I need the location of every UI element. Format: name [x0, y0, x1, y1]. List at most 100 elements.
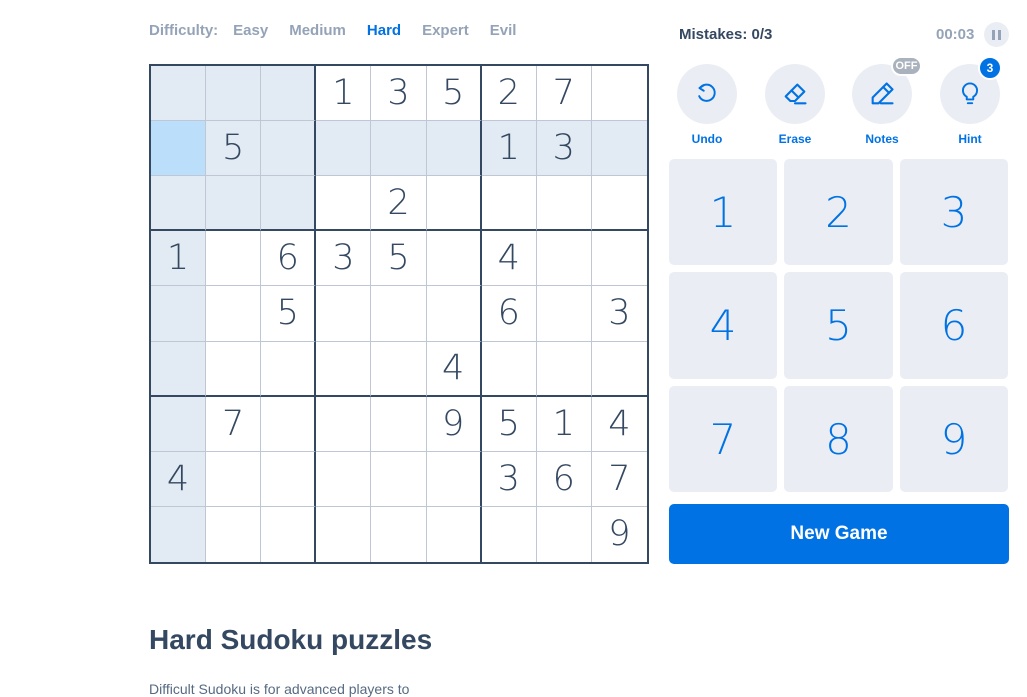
sudoku-cell-r1c3[interactable] [261, 66, 317, 122]
sudoku-cell-r9c8[interactable] [537, 506, 592, 562]
sudoku-cell-r5c8[interactable] [536, 286, 592, 342]
sudoku-cell-r1c8[interactable]: 7 [536, 66, 592, 122]
difficulty-expert[interactable]: Expert [422, 22, 469, 39]
sudoku-cell-r1c9[interactable] [591, 66, 647, 122]
sudoku-cell-r3c9[interactable] [591, 176, 647, 232]
sudoku-cell-r9c7[interactable] [482, 506, 537, 562]
sudoku-cell-r4c3[interactable]: 6 [261, 231, 317, 287]
sudoku-cell-r9c5[interactable] [371, 506, 427, 562]
sudoku-cell-r4c4[interactable]: 3 [316, 231, 372, 287]
sudoku-cell-r7c5[interactable] [371, 396, 427, 452]
sudoku-cell-r6c9[interactable] [591, 342, 647, 397]
sudoku-cell-r2c4[interactable] [316, 121, 372, 177]
sudoku-cell-r3c4[interactable] [316, 176, 372, 232]
sudoku-cell-r4c1[interactable]: 1 [151, 231, 207, 287]
sudoku-cell-r7c3[interactable] [261, 396, 317, 452]
numpad-5[interactable]: 5 [784, 272, 893, 379]
sudoku-cell-r5c9[interactable]: 3 [591, 286, 647, 342]
sudoku-cell-r3c3[interactable] [261, 176, 317, 232]
numpad-9[interactable]: 9 [900, 386, 1008, 492]
sudoku-cell-r9c9[interactable]: 9 [592, 507, 647, 562]
sudoku-cell-r8c5[interactable] [371, 451, 427, 507]
sudoku-cell-r5c4[interactable] [316, 286, 372, 342]
sudoku-cell-r8c9[interactable]: 7 [591, 452, 647, 507]
sudoku-cell-r8c6[interactable] [426, 451, 482, 507]
sudoku-cell-r7c8[interactable]: 1 [536, 396, 592, 452]
sudoku-cell-r5c2[interactable] [206, 286, 262, 342]
sudoku-cell-r9c4[interactable] [316, 506, 372, 562]
difficulty-medium[interactable]: Medium [289, 22, 346, 39]
sudoku-cell-r7c7[interactable]: 5 [481, 396, 537, 452]
sudoku-cell-r2c7[interactable]: 1 [481, 121, 537, 177]
sudoku-cell-r6c3[interactable] [261, 341, 317, 397]
numpad-3[interactable]: 3 [900, 159, 1008, 265]
sudoku-cell-r5c1[interactable] [151, 286, 207, 342]
sudoku-cell-r5c5[interactable] [371, 286, 427, 342]
sudoku-cell-r4c2[interactable] [206, 231, 262, 287]
sudoku-cell-r3c5[interactable]: 2 [371, 176, 427, 232]
sudoku-cell-r2c5[interactable] [371, 121, 427, 177]
sudoku-cell-r6c8[interactable] [536, 341, 592, 397]
sudoku-cell-r7c1[interactable] [151, 396, 207, 452]
sudoku-cell-r8c1[interactable]: 4 [151, 451, 207, 507]
sudoku-cell-r2c9[interactable] [591, 121, 647, 177]
sudoku-cell-r4c7[interactable]: 4 [481, 231, 537, 287]
sudoku-cell-r1c6[interactable]: 5 [426, 66, 482, 122]
sudoku-cell-r3c8[interactable] [536, 176, 592, 232]
difficulty-evil[interactable]: Evil [490, 22, 517, 39]
numpad-4[interactable]: 4 [669, 272, 777, 379]
sudoku-cell-r8c3[interactable] [261, 451, 317, 507]
sudoku-cell-r6c1[interactable] [151, 341, 207, 397]
sudoku-cell-r9c1[interactable] [151, 506, 207, 562]
sudoku-cell-r9c2[interactable] [206, 506, 262, 562]
numpad-1[interactable]: 1 [669, 159, 777, 265]
numpad-6[interactable]: 6 [900, 272, 1008, 379]
sudoku-cell-r1c5[interactable]: 3 [371, 66, 427, 122]
sudoku-cell-r4c9[interactable] [591, 231, 647, 287]
sudoku-cell-r7c2[interactable]: 7 [206, 396, 262, 452]
sudoku-cell-r2c6[interactable] [426, 121, 482, 177]
sudoku-cell-r4c8[interactable] [536, 231, 592, 287]
sudoku-cell-r3c1[interactable] [151, 176, 207, 232]
sudoku-cell-r2c8[interactable]: 3 [536, 121, 592, 177]
erase-button[interactable]: Erase [765, 64, 825, 146]
sudoku-cell-r6c2[interactable] [206, 341, 262, 397]
undo-button[interactable]: Undo [677, 64, 737, 146]
new-game-button[interactable]: New Game [669, 504, 1009, 564]
pause-button[interactable] [984, 22, 1009, 47]
sudoku-cell-r3c7[interactable] [481, 176, 537, 232]
sudoku-cell-r3c6[interactable] [426, 176, 482, 232]
hint-button[interactable]: 3 Hint [940, 56, 1002, 146]
sudoku-cell-r6c6[interactable]: 4 [426, 341, 482, 397]
sudoku-cell-r1c7[interactable]: 2 [481, 66, 537, 122]
difficulty-easy[interactable]: Easy [233, 22, 268, 39]
sudoku-cell-r6c4[interactable] [316, 341, 372, 397]
difficulty-hard[interactable]: Hard [367, 22, 401, 39]
sudoku-cell-r2c2[interactable]: 5 [206, 121, 262, 177]
sudoku-cell-r5c3[interactable]: 5 [261, 286, 317, 342]
sudoku-cell-r1c4[interactable]: 1 [316, 66, 372, 122]
sudoku-cell-r4c6[interactable] [426, 231, 482, 287]
sudoku-cell-r9c6[interactable] [427, 506, 482, 562]
sudoku-cell-r7c6[interactable]: 9 [426, 396, 482, 452]
sudoku-cell-r5c7[interactable]: 6 [481, 286, 537, 342]
sudoku-cell-r3c2[interactable] [206, 176, 262, 232]
sudoku-cell-r8c2[interactable] [206, 451, 262, 507]
sudoku-cell-r6c7[interactable] [481, 341, 537, 397]
sudoku-cell-r7c9[interactable]: 4 [591, 397, 647, 452]
sudoku-cell-r2c1[interactable] [151, 121, 207, 177]
sudoku-cell-r8c4[interactable] [316, 451, 372, 507]
sudoku-cell-r1c1[interactable] [151, 66, 207, 122]
numpad-2[interactable]: 2 [784, 159, 893, 265]
sudoku-cell-r8c7[interactable]: 3 [481, 451, 537, 507]
sudoku-cell-r9c3[interactable] [261, 506, 317, 562]
sudoku-cell-r4c5[interactable]: 5 [371, 231, 427, 287]
sudoku-cell-r5c6[interactable] [426, 286, 482, 342]
sudoku-cell-r6c5[interactable] [371, 341, 427, 397]
sudoku-cell-r7c4[interactable] [316, 396, 372, 452]
sudoku-cell-r2c3[interactable] [261, 121, 317, 177]
sudoku-cell-r8c8[interactable]: 6 [536, 451, 592, 507]
numpad-7[interactable]: 7 [669, 386, 777, 492]
notes-button[interactable]: OFF Notes [852, 56, 922, 146]
sudoku-cell-r1c2[interactable] [206, 66, 262, 122]
